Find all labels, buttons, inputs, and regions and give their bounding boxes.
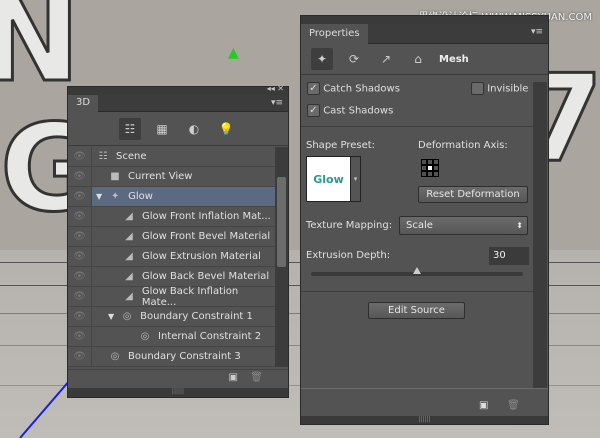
edit-source-button[interactable]: Edit Source [368,302,465,319]
visibility-eye-icon[interactable]: 👁 [68,286,92,307]
tab-properties[interactable]: Properties [301,24,368,44]
list-item[interactable]: 👁 ▼ ✦ Glow [68,186,275,207]
light-filter-icon[interactable]: 💡 [215,118,237,140]
panel-menu-icon[interactable]: ▾≡ [531,27,543,37]
material-filter-icon[interactable]: ◐ [183,118,205,140]
item-label: Scene [116,151,147,162]
visibility-eye-icon[interactable]: 👁 [68,146,92,167]
item-label: Glow Back Inflation Mate... [141,285,239,308]
expand-triangle-icon[interactable]: ▼ [108,312,114,321]
material-icon: ◢ [125,291,133,302]
constraint-icon: ◎ [110,351,120,362]
list-item[interactable]: 👁 ◢ Glow Back Inflation Mate... [68,285,275,308]
visibility-eye-icon[interactable]: 👁 [68,206,92,227]
visibility-eye-icon[interactable]: 👁 [68,246,92,267]
mesh-icon: ✦ [110,191,120,202]
visibility-eye-icon[interactable]: 👁 [68,306,92,327]
item-label: Boundary Constraint 1 [140,311,253,322]
scene-icon: ☷ [98,151,108,162]
layer-list: 👁 ☷ Scene 👁 ■ Current View 👁 ▼ ✦ Glow 👁 ◢ Glow Front… [68,146,275,367]
constraint-icon: ◎ [140,331,150,342]
item-label: Internal Constraint 2 [158,331,262,342]
texture-mapping-label: Texture Mapping: [306,220,393,231]
texture-mapping-select[interactable]: Scale ⬍ [399,216,528,235]
constraint-icon: ◎ [122,311,132,322]
resize-grip[interactable]: |||||| [301,416,548,424]
material-icon: ◢ [125,271,133,282]
extrusion-depth-input[interactable]: 30 [489,247,529,265]
new-3d-object-icon[interactable]: ▣ [479,400,488,411]
item-label: Glow Back Bevel Material [142,271,270,282]
item-label: Glow Front Inflation Mat... [142,211,271,222]
cap-tab-icon[interactable]: ↗ [375,48,397,70]
list-item[interactable]: 👁 ◢ Glow Front Inflation Mat... [68,206,275,227]
scene-filter-icon[interactable]: ☷ [119,117,141,140]
item-label: Glow Extrusion Material [142,251,261,262]
list-item[interactable]: 👁 ◢ Glow Extrusion Material [68,246,275,267]
invisible-checkbox[interactable]: Invisible [471,82,528,95]
item-label: Boundary Constraint 3 [128,351,241,362]
3d-panel: ◂◂ ✕ 3D ▾≡ ☷ ▦ ◐ 💡 👁 ☷ Scene 👁 ■ Current View 👁… [67,84,289,398]
collapse-close-icons[interactable]: ◂◂ ✕ [267,84,284,93]
tab-3d[interactable]: 3D [68,95,99,112]
axis-widget[interactable]: ▲ [228,45,242,75]
updown-icon: ⬍ [516,221,523,230]
slider-handle[interactable] [413,267,421,274]
visibility-eye-icon[interactable]: 👁 [68,346,92,367]
list-item[interactable]: 👁 ■ Current View [68,166,275,187]
material-icon: ◢ [125,231,133,242]
shape-preset-picker[interactable]: Glow ▾ [306,156,361,202]
visibility-eye-icon[interactable]: 👁 [68,166,92,187]
extrusion-depth-label: Extrusion Depth: [306,250,391,261]
cast-shadows-checkbox[interactable]: ✓ Cast Shadows [307,104,393,117]
deformation-axis-label: Deformation Axis: [418,140,508,151]
item-label: Glow Front Bevel Material [142,231,271,242]
trash-icon[interactable]: 🗑 [507,400,520,411]
deform-tab-icon[interactable]: ⟳ [343,48,365,70]
visibility-eye-icon[interactable]: 👁 [68,326,92,347]
new-3d-object-icon[interactable]: ▣ [229,372,238,383]
extrusion-depth-slider[interactable] [311,267,523,276]
deformation-axis-grid[interactable] [421,159,439,177]
item-label: Current View [128,171,193,182]
reset-deformation-button[interactable]: Reset Deformation [418,186,528,203]
list-item[interactable]: 👁 ▼ ◎ Boundary Constraint 1 [68,306,275,327]
scrollbar[interactable] [533,82,547,388]
resize-grip[interactable]: |||||| [68,388,288,397]
list-item[interactable]: 👁 ◎ Boundary Constraint 3 [68,346,275,367]
scrollbar[interactable] [275,147,288,367]
mesh-tab-icon[interactable]: ✦ [311,48,333,70]
mesh-filter-icon[interactable]: ▦ [151,118,173,140]
material-icon: ◢ [125,211,133,222]
section-title: Mesh [439,53,469,65]
material-icon: ◢ [125,251,133,262]
visibility-eye-icon[interactable]: 👁 [68,266,92,287]
camera-icon: ■ [110,171,120,182]
properties-panel: Properties ▾≡ ✦ ⟳ ↗ ⌂ Mesh ✓ Catch Shadow… [300,15,549,425]
item-label: Glow [128,191,153,202]
catch-shadows-checkbox[interactable]: ✓ Catch Shadows [307,82,400,95]
expand-triangle-icon[interactable]: ▼ [96,192,102,201]
list-item[interactable]: 👁 ◢ Glow Back Bevel Material [68,266,275,287]
trash-icon[interactable]: 🗑 [250,372,263,383]
visibility-eye-icon[interactable]: 👁 [68,186,92,207]
chevron-down-icon[interactable]: ▾ [350,157,360,201]
visibility-eye-icon[interactable]: 👁 [68,226,92,247]
coordinates-tab-icon[interactable]: ⌂ [407,48,429,70]
list-item[interactable]: 👁 ◎ Internal Constraint 2 [68,326,275,347]
list-item[interactable]: 👁 ◢ Glow Front Bevel Material [68,226,275,247]
panel-menu-icon[interactable]: ▾≡ [271,98,283,108]
list-item[interactable]: 👁 ☷ Scene [68,146,275,167]
shape-preset-label: Shape Preset: [306,140,376,151]
